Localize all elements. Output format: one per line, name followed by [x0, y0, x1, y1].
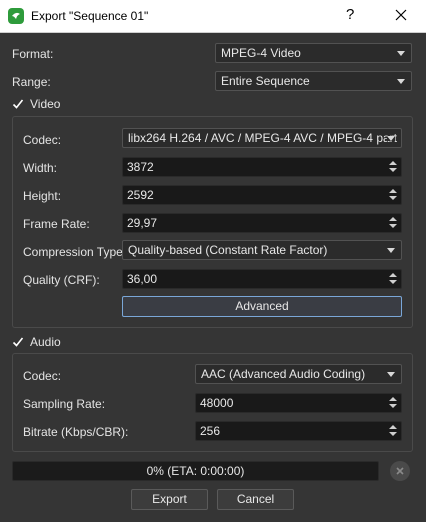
audio-codec-value: AAC (Advanced Audio Coding) [201, 367, 366, 381]
audio-checkbox[interactable]: Audio [12, 335, 61, 349]
audio-codec-select[interactable]: AAC (Advanced Audio Coding) [195, 364, 402, 384]
cancel-button[interactable]: Cancel [217, 489, 294, 510]
range-label: Range: [12, 75, 51, 89]
spin-arrows-icon[interactable] [389, 160, 397, 174]
frame-rate-spinbox[interactable]: 29,97 [122, 213, 402, 233]
compression-type-select[interactable]: Quality-based (Constant Rate Factor) [122, 240, 402, 260]
width-value: 3872 [127, 160, 154, 174]
chevron-down-icon [397, 51, 405, 56]
spin-arrows-icon[interactable] [389, 424, 397, 438]
chevron-down-icon [397, 79, 405, 84]
compression-type-value: Quality-based (Constant Rate Factor) [128, 243, 328, 257]
video-codec-label: Codec: [23, 133, 62, 147]
chevron-down-icon [387, 136, 395, 141]
bitrate-value: 256 [200, 424, 221, 438]
range-value: Entire Sequence [221, 74, 310, 88]
export-progress-bar: 0% (ETA: 0:00:00) [12, 461, 379, 481]
height-value: 2592 [127, 188, 154, 202]
format-value: MPEG-4 Video [221, 46, 301, 60]
video-codec-select[interactable]: libx264 H.264 / AVC / MPEG-4 AVC / MPEG-… [122, 128, 402, 148]
close-icon [395, 9, 407, 21]
video-section-label: Video [30, 97, 61, 111]
frame-rate-label: Frame Rate: [23, 217, 90, 231]
checkmark-icon [12, 99, 24, 109]
height-spinbox[interactable]: 2592 [122, 185, 402, 205]
sampling-rate-value: 48000 [200, 396, 234, 410]
spin-arrows-icon[interactable] [389, 396, 397, 410]
audio-section-label: Audio [30, 335, 61, 349]
sampling-rate-label: Sampling Rate: [23, 397, 106, 411]
title-bar: Export "Sequence 01" ? [0, 0, 426, 33]
cancel-export-button[interactable] [390, 461, 410, 481]
range-select[interactable]: Entire Sequence [215, 71, 412, 91]
help-button[interactable]: ? [346, 6, 354, 23]
quality-spinbox[interactable]: 36,00 [122, 269, 402, 289]
bitrate-label: Bitrate (Kbps/CBR): [23, 425, 129, 439]
audio-codec-label: Codec: [23, 369, 62, 383]
app-logo-icon [8, 8, 24, 24]
compression-type-label: Compression Type: [23, 245, 127, 259]
height-label: Height: [23, 189, 62, 203]
spin-arrows-icon[interactable] [389, 188, 397, 202]
chevron-down-icon [387, 248, 395, 253]
sampling-rate-spinbox[interactable]: 48000 [195, 393, 402, 413]
frame-rate-value: 29,97 [127, 216, 158, 230]
width-label: Width: [23, 161, 58, 175]
quality-value: 36,00 [127, 272, 158, 286]
format-label: Format: [12, 47, 54, 61]
cancel-circle-icon [396, 467, 404, 475]
spin-arrows-icon[interactable] [389, 272, 397, 286]
video-checkbox[interactable]: Video [12, 97, 60, 111]
quality-label: Quality (CRF): [23, 273, 100, 287]
chevron-down-icon [387, 372, 395, 377]
video-codec-value: libx264 H.264 / AVC / MPEG-4 AVC / MPEG-… [128, 131, 402, 145]
export-button[interactable]: Export [131, 489, 208, 510]
width-spinbox[interactable]: 3872 [122, 157, 402, 177]
advanced-button[interactable]: Advanced [122, 296, 402, 317]
checkmark-icon [12, 337, 24, 347]
spin-arrows-icon[interactable] [389, 216, 397, 230]
window-title: Export "Sequence 01" [31, 9, 149, 23]
close-button[interactable] [389, 3, 413, 27]
bitrate-spinbox[interactable]: 256 [195, 421, 402, 441]
format-select[interactable]: MPEG-4 Video [215, 43, 412, 63]
progress-text: 0% (ETA: 0:00:00) [146, 464, 245, 478]
